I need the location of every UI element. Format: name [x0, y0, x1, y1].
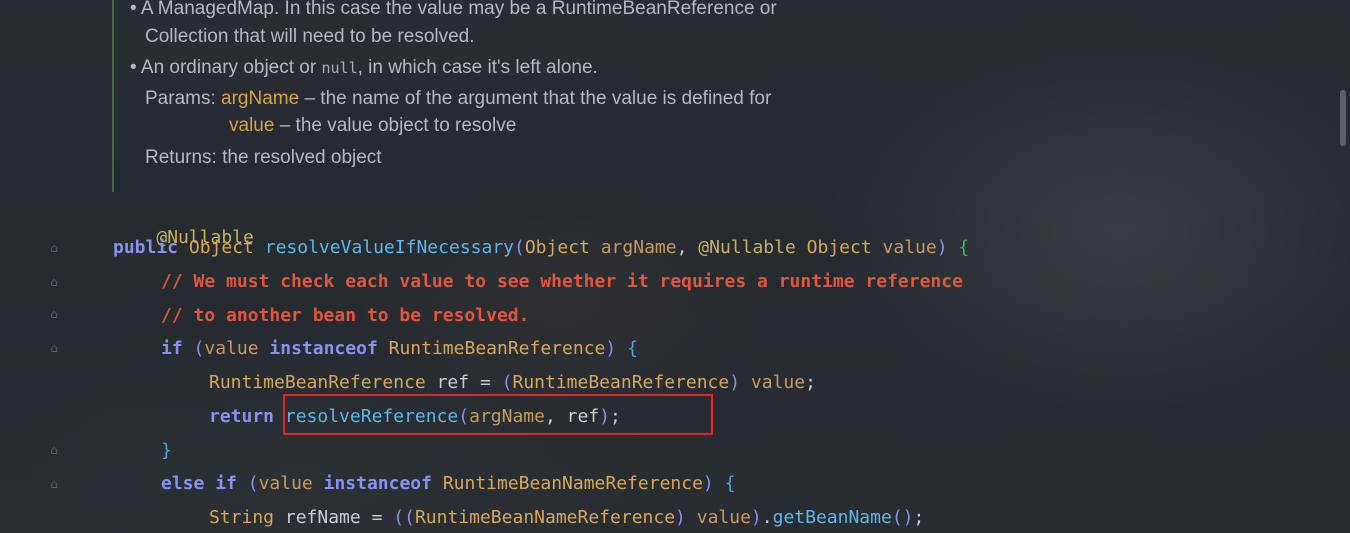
- paren: ): [729, 372, 741, 393]
- type: Object: [806, 237, 872, 258]
- fold-marker-icon[interactable]: ⌂: [47, 443, 61, 457]
- operator: =: [479, 372, 491, 393]
- code-line: // We must check each value to see wheth…: [161, 270, 963, 294]
- params-label: Params:: [145, 88, 216, 109]
- doc-returns: Returns: the resolved object: [145, 147, 382, 169]
- type: Object: [188, 237, 254, 258]
- paren: (): [891, 507, 914, 528]
- returns-desc: the resolved object: [222, 147, 382, 168]
- paren: (: [247, 473, 259, 494]
- brace: }: [161, 440, 172, 461]
- param-desc: – the value object to resolve: [274, 115, 517, 136]
- method-call: getBeanName: [772, 507, 892, 528]
- keyword: if: [161, 338, 183, 359]
- doc-text: Collection that will need to be resolved…: [145, 26, 475, 47]
- comment: // We must check each value to see wheth…: [161, 271, 963, 292]
- bullet-icon: •: [130, 57, 137, 78]
- variable: value: [204, 338, 259, 359]
- paren: ): [936, 237, 948, 258]
- doc-params: value – the value object to resolve: [229, 115, 516, 137]
- param-name: value: [229, 115, 275, 136]
- keyword: return: [209, 406, 275, 427]
- fold-marker-icon[interactable]: ⌂: [47, 241, 61, 255]
- punctuation: .: [761, 507, 773, 528]
- comment: // to another bean to be resolved.: [161, 305, 530, 326]
- scrollbar-thumb[interactable]: [1340, 90, 1346, 146]
- vertical-scrollbar[interactable]: [1336, 0, 1350, 533]
- keyword: instanceof: [269, 338, 378, 359]
- keyword: instanceof: [323, 473, 432, 494]
- type: RuntimeBeanNameReference: [414, 507, 676, 528]
- paren: (: [501, 372, 513, 393]
- code-line: else if (value instanceof RuntimeBeanNam…: [161, 472, 735, 496]
- fold-marker-icon[interactable]: ⌂: [47, 275, 61, 289]
- keyword: public: [113, 237, 179, 258]
- punctuation: ;: [913, 507, 925, 528]
- type: RuntimeBeanReference: [209, 372, 426, 393]
- operator: =: [371, 507, 383, 528]
- fold-marker-icon[interactable]: ⌂: [47, 307, 61, 321]
- annotation: @Nullable: [698, 237, 796, 258]
- punctuation: ;: [805, 372, 816, 393]
- brace: {: [724, 473, 736, 494]
- type: Object: [524, 237, 590, 258]
- paren: ): [605, 338, 617, 359]
- variable: value: [750, 372, 806, 393]
- code-line: // to another bean to be resolved.: [161, 304, 529, 328]
- parameter: argName: [600, 237, 677, 258]
- keyword: if: [215, 473, 237, 494]
- variable: value: [258, 473, 313, 494]
- highlight-annotation-box: [283, 394, 713, 435]
- param-desc: – the name of the argument that the valu…: [299, 88, 772, 109]
- type: RuntimeBeanReference: [512, 372, 730, 393]
- paren: (: [193, 338, 205, 359]
- variable: ref: [436, 372, 470, 393]
- returns-label: Returns:: [145, 147, 217, 168]
- paren: ): [750, 507, 762, 528]
- type: String: [209, 507, 275, 528]
- doc-text: An ordinary object or: [140, 57, 322, 78]
- code-line: String refName = ((RuntimeBeanNameRefere…: [209, 506, 924, 530]
- paren: (: [514, 237, 525, 258]
- rendered-doc-marker: [112, 0, 114, 192]
- doc-text: , in which case it's left alone.: [357, 57, 598, 78]
- doc-text: A ManagedMap. In this case the value may…: [140, 0, 777, 19]
- method-name: resolveValueIfNecessary: [264, 237, 514, 258]
- code-line: if (value instanceof RuntimeBeanReferenc…: [161, 337, 638, 361]
- doc-params: Params: argName – the name of the argume…: [145, 88, 771, 110]
- doc-bullet-item: • An ordinary object or null, in which c…: [130, 57, 598, 79]
- code-line: public Object resolveValueIfNecessary(Ob…: [113, 236, 969, 260]
- fold-marker-icon[interactable]: ⌂: [47, 341, 61, 355]
- code-line: RuntimeBeanReference ref = (RuntimeBeanR…: [209, 371, 816, 395]
- bullet-icon: •: [130, 0, 137, 19]
- fold-marker-icon[interactable]: ⌂: [47, 477, 61, 491]
- paren: ): [702, 473, 714, 494]
- doc-code-null: null: [321, 59, 358, 77]
- paren: ): [675, 507, 686, 528]
- editor-gutter: ⌂ ⌂ ⌂ ⌂ ⌂ ⌂: [0, 0, 100, 533]
- brace: {: [627, 338, 638, 359]
- variable: value: [696, 507, 751, 528]
- paren: ((: [393, 507, 415, 528]
- keyword: else: [161, 473, 205, 494]
- parameter: value: [882, 237, 937, 258]
- variable: refName: [284, 507, 361, 528]
- doc-bullet-item: • A ManagedMap. In this case the value m…: [130, 0, 777, 20]
- code-line: }: [161, 439, 172, 463]
- type: RuntimeBeanReference: [388, 338, 606, 359]
- param-name: argName: [221, 88, 300, 109]
- brace: {: [958, 237, 970, 258]
- type: RuntimeBeanNameReference: [442, 473, 703, 494]
- punctuation: ,: [676, 237, 688, 258]
